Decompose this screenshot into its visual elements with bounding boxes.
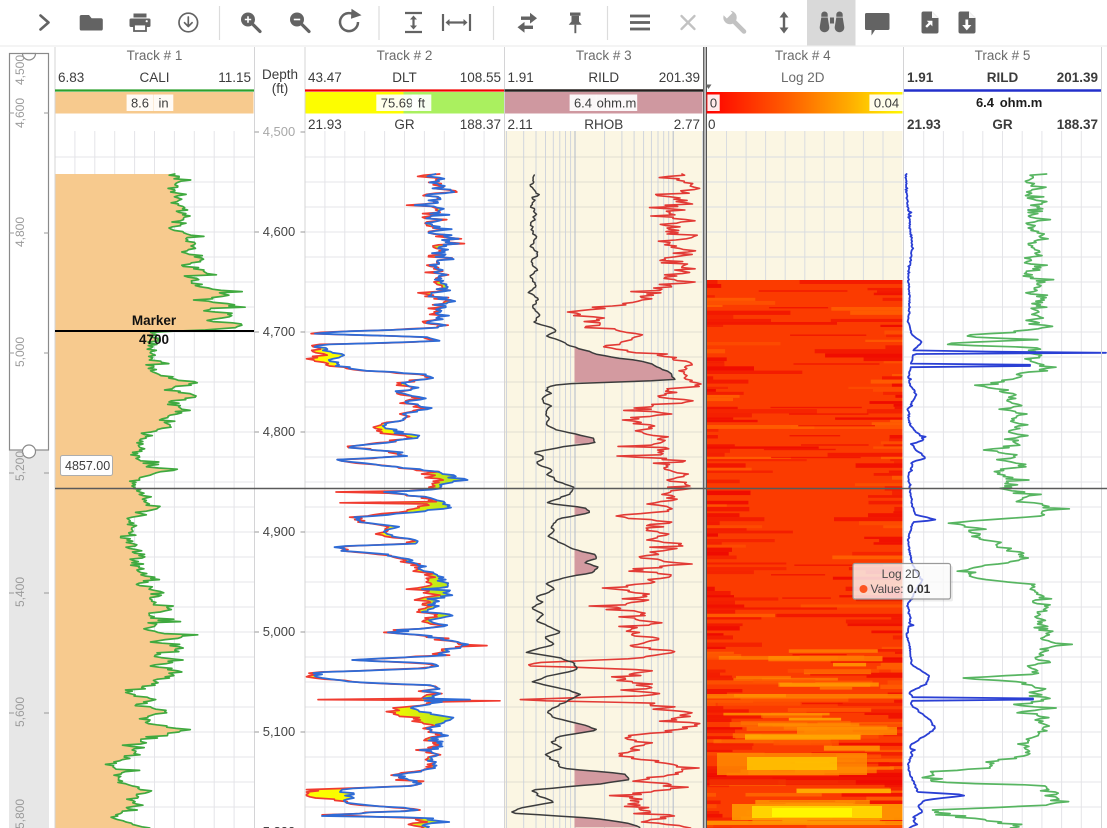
svg-text:6.4: 6.4 — [976, 95, 995, 110]
svg-text:4857.00: 4857.00 — [65, 459, 110, 473]
svg-text:4,600: 4,600 — [13, 98, 27, 128]
svg-text:in: in — [158, 96, 168, 111]
svg-text:5,400: 5,400 — [13, 577, 27, 607]
svg-text:RILD: RILD — [588, 70, 619, 85]
svg-text:8.6: 8.6 — [131, 96, 149, 111]
svg-text:4,500: 4,500 — [263, 124, 296, 139]
svg-text:Log 2D: Log 2D — [882, 567, 921, 581]
svg-text:Track # 2: Track # 2 — [377, 48, 433, 63]
svg-text:188.37: 188.37 — [1057, 117, 1098, 132]
svg-text:108.55: 108.55 — [460, 70, 501, 85]
svg-text:5,600: 5,600 — [13, 697, 27, 727]
svg-text:6.4: 6.4 — [574, 96, 592, 111]
svg-text:6.83: 6.83 — [58, 70, 84, 85]
svg-text:ohm.m: ohm.m — [597, 96, 637, 111]
svg-text:21.93: 21.93 — [308, 117, 342, 132]
svg-text:5,000: 5,000 — [263, 624, 296, 639]
svg-text:GR: GR — [992, 117, 1013, 132]
svg-text:Log 2D: Log 2D — [781, 70, 825, 85]
svg-text:0.04: 0.04 — [874, 96, 899, 111]
svg-text:Marker: Marker — [132, 313, 177, 328]
svg-text:4,600: 4,600 — [263, 224, 296, 239]
svg-text:4,800: 4,800 — [13, 217, 27, 247]
svg-text:Value: 0.01: Value: 0.01 — [871, 582, 931, 596]
svg-text:Track # 3: Track # 3 — [576, 48, 632, 63]
svg-text:Track # 4: Track # 4 — [775, 48, 831, 63]
svg-text:Track # 1: Track # 1 — [127, 48, 183, 63]
svg-text:201.39: 201.39 — [659, 70, 700, 85]
svg-text:Depth: Depth — [262, 67, 298, 82]
svg-text:0: 0 — [710, 96, 717, 111]
svg-text:2.77: 2.77 — [674, 117, 700, 132]
svg-text:GR: GR — [394, 117, 415, 132]
svg-text:0: 0 — [708, 117, 716, 132]
svg-text:Track # 5: Track # 5 — [975, 48, 1031, 63]
svg-text:201.39: 201.39 — [1057, 70, 1098, 85]
svg-text:RHOB: RHOB — [584, 117, 623, 132]
svg-text:2.11: 2.11 — [508, 117, 533, 132]
svg-text:ohm.m: ohm.m — [1000, 95, 1043, 110]
svg-text:5,200: 5,200 — [13, 451, 27, 481]
svg-text:5,000: 5,000 — [13, 337, 27, 367]
svg-text:5,800: 5,800 — [13, 799, 27, 828]
svg-text:RILD: RILD — [987, 70, 1019, 85]
svg-text:188.37: 188.37 — [460, 117, 501, 132]
svg-text:1.91: 1.91 — [907, 70, 934, 85]
svg-text:CALI: CALI — [139, 70, 169, 85]
svg-text:4,500: 4,500 — [13, 55, 27, 85]
svg-text:43.47: 43.47 — [308, 70, 342, 85]
svg-text:4,900: 4,900 — [263, 524, 296, 539]
svg-text:4,800: 4,800 — [263, 424, 296, 439]
svg-text:75.69: 75.69 — [381, 96, 414, 111]
svg-text:4,700: 4,700 — [263, 324, 296, 339]
svg-text:4700: 4700 — [139, 332, 169, 347]
svg-text:5,200: 5,200 — [263, 824, 296, 828]
svg-text:ft: ft — [418, 96, 426, 111]
svg-text:21.93: 21.93 — [907, 117, 941, 132]
svg-text:DLT: DLT — [392, 70, 417, 85]
svg-text:1.91: 1.91 — [508, 70, 534, 85]
svg-text:5,100: 5,100 — [263, 724, 296, 739]
svg-text:(ft): (ft) — [272, 81, 289, 96]
svg-text:11.15: 11.15 — [218, 70, 251, 85]
